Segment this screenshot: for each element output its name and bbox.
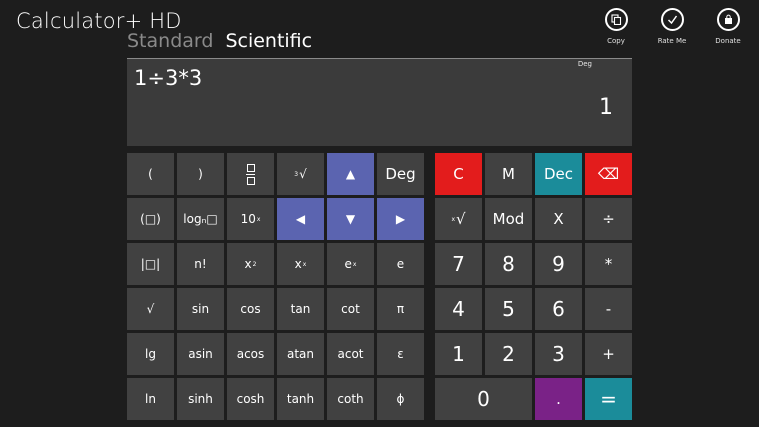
key-epsilon[interactable]: ε — [377, 333, 424, 375]
result-text: 1 — [599, 95, 613, 120]
backspace-icon: ⌫ — [597, 165, 620, 183]
key-ten-power[interactable]: 10 x — [227, 198, 274, 240]
fraction-icon — [246, 163, 255, 185]
key-dec-mode[interactable]: Dec — [535, 153, 582, 195]
key-pi[interactable]: π — [377, 288, 424, 330]
copy-label: Copy — [607, 37, 625, 45]
key-ten-power-exp: x — [256, 215, 261, 223]
key-power-base: x — [294, 257, 302, 271]
key-e-power-base: e — [344, 257, 352, 271]
key-deg-toggle[interactable]: Deg — [377, 153, 424, 195]
key-minus[interactable]: - — [585, 288, 632, 330]
scientific-keypad: ( ) 3 √ ▲ Deg (□) logₙ□ 10 x ◀ ▼ ▶ |□| n! … — [127, 153, 424, 420]
key-7[interactable]: 7 — [435, 243, 482, 285]
key-abs[interactable]: |□| — [127, 243, 174, 285]
key-cosh[interactable]: cosh — [227, 378, 274, 420]
key-cos[interactable]: cos — [227, 288, 274, 330]
key-clear[interactable]: C — [435, 153, 482, 195]
key-acot[interactable]: acot — [327, 333, 374, 375]
angle-mode-indicator: Deg — [577, 60, 592, 68]
key-factorial[interactable]: n! — [177, 243, 224, 285]
key-e-power[interactable]: ex — [327, 243, 374, 285]
key-nth-root[interactable]: x √ — [435, 198, 482, 240]
calculator-display: Deg 1÷3*3 1 — [127, 58, 632, 146]
key-multiply[interactable]: * — [585, 243, 632, 285]
key-cursor-left[interactable]: ◀ — [277, 198, 324, 240]
key-4[interactable]: 4 — [435, 288, 482, 330]
key-tanh[interactable]: tanh — [277, 378, 324, 420]
key-ten-power-base: 10 — [240, 212, 256, 226]
key-atan[interactable]: atan — [277, 333, 324, 375]
key-cube-root-symbol: √ — [299, 167, 307, 181]
copy-icon — [604, 8, 628, 31]
key-e-constant[interactable]: e — [377, 243, 424, 285]
key-cot[interactable]: cot — [327, 288, 374, 330]
key-ln[interactable]: ln — [127, 378, 174, 420]
key-right-paren[interactable]: ) — [177, 153, 224, 195]
key-e-power-exp: x — [352, 260, 357, 268]
key-acos[interactable]: acos — [227, 333, 274, 375]
key-cube-root[interactable]: 3 √ — [277, 153, 324, 195]
key-phi[interactable]: ϕ — [377, 378, 424, 420]
key-fraction[interactable] — [227, 153, 274, 195]
key-tan[interactable]: tan — [277, 288, 324, 330]
key-0[interactable]: 0 — [435, 378, 532, 420]
key-equals[interactable]: = — [585, 378, 632, 420]
key-sqrt[interactable]: √ — [127, 288, 174, 330]
key-sinh[interactable]: sinh — [177, 378, 224, 420]
key-cube-root-index: 3 — [294, 170, 299, 178]
key-coth[interactable]: coth — [327, 378, 374, 420]
donate-label: Donate — [715, 37, 741, 45]
key-abs-paren[interactable]: (□) — [127, 198, 174, 240]
donate-button[interactable]: Donate — [709, 8, 747, 45]
mode-tabs: Standard Scientific — [127, 30, 312, 52]
key-cursor-up[interactable]: ▲ — [327, 153, 374, 195]
tab-scientific[interactable]: Scientific — [225, 30, 312, 52]
key-square[interactable]: x2 — [227, 243, 274, 285]
key-3[interactable]: 3 — [535, 333, 582, 375]
tab-standard[interactable]: Standard — [127, 30, 213, 52]
key-6[interactable]: 6 — [535, 288, 582, 330]
key-x-variable[interactable]: X — [535, 198, 582, 240]
key-left-paren[interactable]: ( — [127, 153, 174, 195]
key-memory[interactable]: M — [485, 153, 532, 195]
key-mod[interactable]: Mod — [485, 198, 532, 240]
key-backspace[interactable]: ⌫ — [585, 153, 632, 195]
key-plus[interactable]: + — [585, 333, 632, 375]
key-5[interactable]: 5 — [485, 288, 532, 330]
key-power-exp: x — [302, 260, 307, 268]
expression-text: 1÷3*3 — [134, 66, 203, 90]
key-2[interactable]: 2 — [485, 333, 532, 375]
key-power[interactable]: xx — [277, 243, 324, 285]
key-divide[interactable]: ÷ — [585, 198, 632, 240]
numeric-keypad: C M Dec ⌫ x √ Mod X ÷ 7 8 9 * 4 5 6 - 1 2… — [435, 153, 632, 420]
app-bar: Copy Rate Me Donate — [597, 8, 747, 45]
key-square-exp: 2 — [252, 260, 257, 268]
rate-me-button[interactable]: Rate Me — [653, 8, 691, 45]
key-nth-root-index: x — [451, 215, 455, 223]
rate-me-label: Rate Me — [657, 37, 687, 45]
key-cursor-right[interactable]: ▶ — [377, 198, 424, 240]
key-square-base: x — [244, 257, 252, 271]
key-1[interactable]: 1 — [435, 333, 482, 375]
key-log-base[interactable]: logₙ□ — [177, 198, 224, 240]
key-decimal-point[interactable]: . — [535, 378, 582, 420]
key-cursor-down[interactable]: ▼ — [327, 198, 374, 240]
key-nth-root-symbol: √ — [456, 210, 466, 228]
checkmark-icon — [660, 8, 684, 31]
key-9[interactable]: 9 — [535, 243, 582, 285]
copy-button[interactable]: Copy — [597, 8, 635, 45]
key-asin[interactable]: asin — [177, 333, 224, 375]
shopping-bag-icon — [716, 8, 740, 31]
key-lg[interactable]: lg — [127, 333, 174, 375]
key-8[interactable]: 8 — [485, 243, 532, 285]
key-sin[interactable]: sin — [177, 288, 224, 330]
